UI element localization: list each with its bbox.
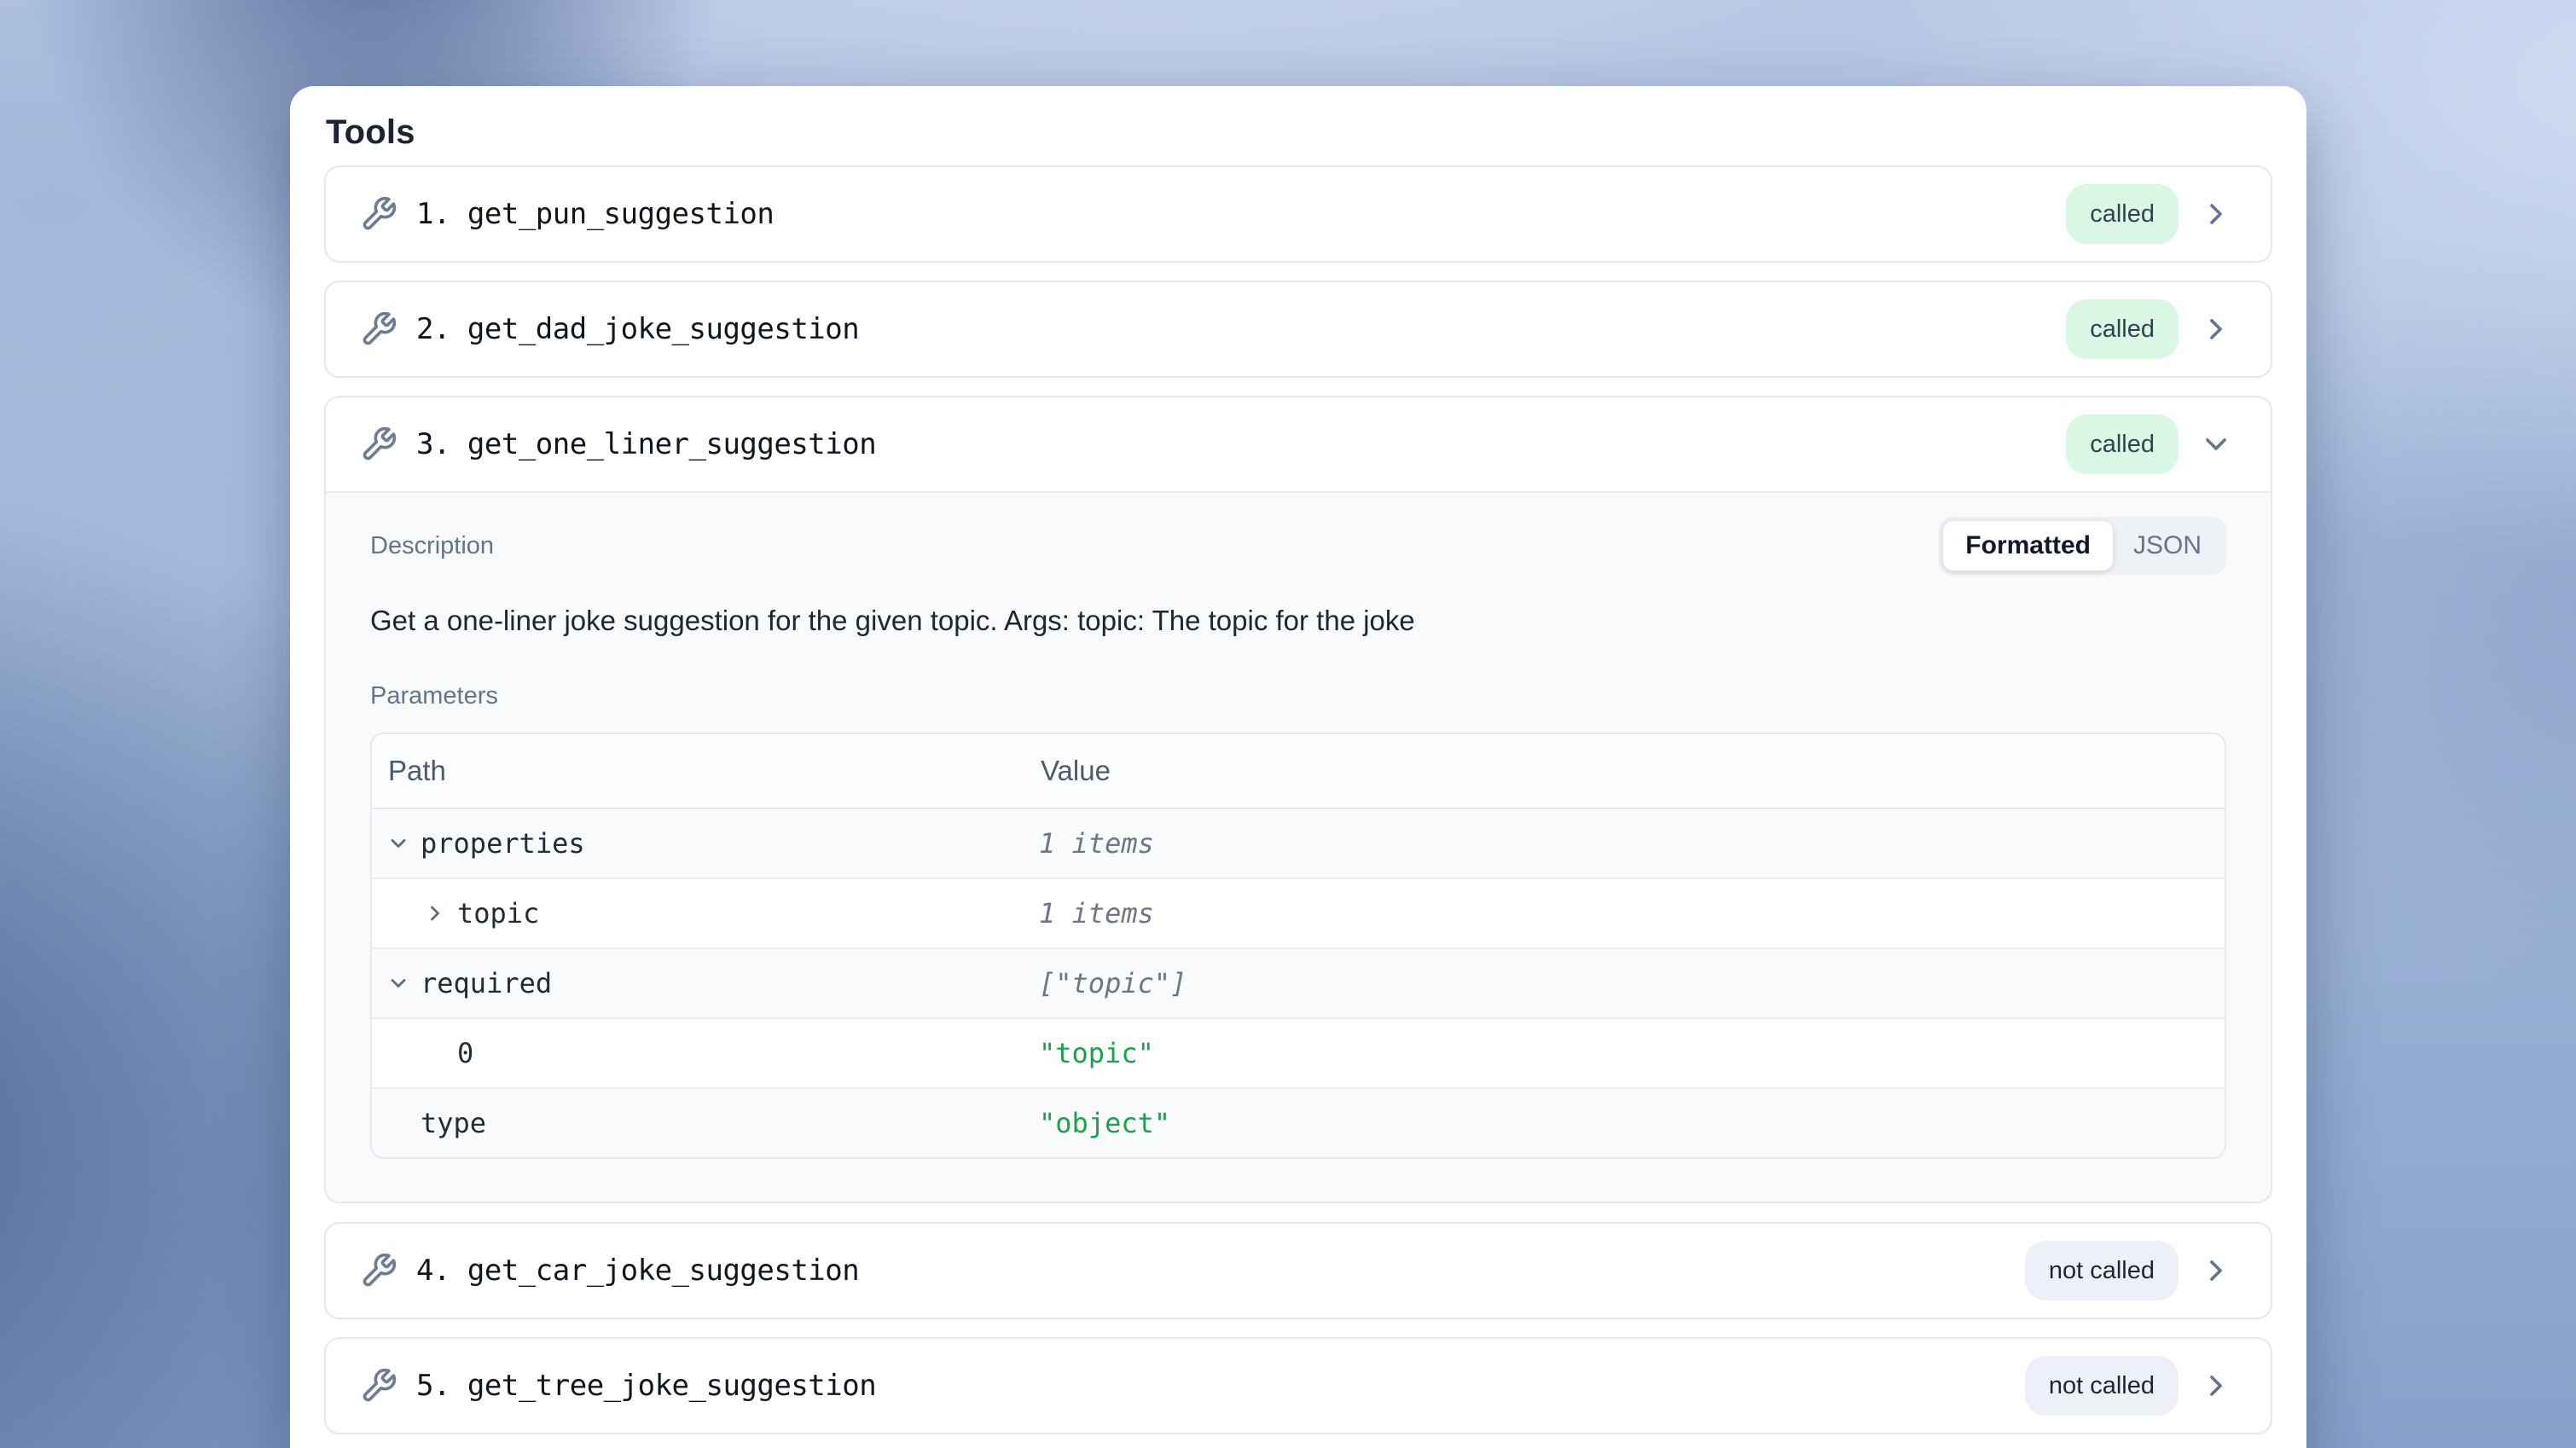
wrench-icon	[360, 1252, 397, 1289]
tool-row-get-tree-joke-suggestion[interactable]: 5. get_tree_joke_suggestion not called	[324, 1337, 2272, 1434]
table-row-required[interactable]: required ["topic"]	[372, 947, 2225, 1017]
background: Tools 1. get_pun_suggestion called 2. ge…	[0, 0, 2576, 1448]
path-key: required	[421, 967, 552, 999]
description-label: Description	[370, 532, 494, 560]
status-badge: not called	[2025, 1241, 2179, 1300]
path-key: properties	[421, 827, 585, 860]
tool-name: 2. get_dad_joke_suggestion	[416, 312, 859, 346]
value-preview: 1 items	[1024, 897, 2225, 930]
tool-name: 4. get_car_joke_suggestion	[416, 1254, 859, 1288]
table-row-topic[interactable]: topic 1 items	[372, 877, 2225, 947]
path-key: type	[421, 1107, 486, 1139]
column-header-value: Value	[1024, 755, 2225, 787]
tools-panel: Tools 1. get_pun_suggestion called 2. ge…	[290, 86, 2306, 1448]
tool-description: Get a one-liner joke suggestion for the …	[370, 602, 2226, 640]
status-badge: called	[2066, 184, 2179, 244]
status-badge: called	[2066, 299, 2179, 359]
chevron-right-icon[interactable]	[2199, 1369, 2233, 1403]
table-row-type: type "object"	[372, 1087, 2225, 1157]
column-header-path: Path	[372, 755, 1024, 787]
wrench-icon	[360, 426, 397, 463]
parameters-table: Path Value properties 1 items	[370, 733, 2226, 1159]
wrench-icon	[360, 310, 397, 348]
chevron-right-icon[interactable]	[2199, 197, 2233, 231]
tool-row-get-pun-suggestion[interactable]: 1. get_pun_suggestion called	[324, 165, 2272, 263]
status-badge: called	[2066, 414, 2179, 474]
chevron-right-icon[interactable]	[423, 901, 447, 925]
view-toggle: Formatted JSON	[1939, 517, 2226, 575]
tool-row-get-one-liner-suggestion[interactable]: 3. get_one_liner_suggestion called	[326, 397, 2271, 493]
table-row-required-0: 0 "topic"	[372, 1017, 2225, 1087]
tool-row-get-car-joke-suggestion[interactable]: 4. get_car_joke_suggestion not called	[324, 1222, 2272, 1319]
parameters-label: Parameters	[370, 682, 2226, 710]
value-string: "topic"	[1024, 1037, 2225, 1069]
value-string: "object"	[1024, 1107, 2225, 1139]
tool-name: 1. get_pun_suggestion	[416, 197, 774, 231]
chevron-down-icon[interactable]	[386, 971, 410, 995]
tab-json[interactable]: JSON	[2113, 521, 2222, 571]
path-key: 0	[457, 1037, 473, 1069]
table-row-properties[interactable]: properties 1 items	[372, 809, 2225, 877]
page-title: Tools	[326, 112, 2272, 153]
wrench-icon	[360, 195, 397, 233]
path-key: topic	[457, 897, 539, 930]
value-preview: 1 items	[1024, 827, 2225, 860]
tool-name: 3. get_one_liner_suggestion	[416, 427, 876, 461]
tab-formatted[interactable]: Formatted	[1943, 521, 2113, 571]
wrench-icon	[360, 1367, 397, 1405]
chevron-down-icon[interactable]	[2199, 427, 2233, 461]
tool-name: 5. get_tree_joke_suggestion	[416, 1369, 876, 1403]
table-header: Path Value	[372, 734, 2225, 809]
tool-row-get-dad-joke-suggestion[interactable]: 2. get_dad_joke_suggestion called	[324, 281, 2272, 378]
chevron-right-icon[interactable]	[2199, 1254, 2233, 1288]
tool-detail: Description Formatted JSON Get a one-lin…	[326, 493, 2271, 1202]
chevron-right-icon[interactable]	[2199, 312, 2233, 346]
chevron-down-icon[interactable]	[386, 831, 410, 855]
value-preview: ["topic"]	[1024, 967, 2225, 999]
status-badge: not called	[2025, 1356, 2179, 1416]
tool-row-get-one-liner-suggestion-expanded: 3. get_one_liner_suggestion called Descr…	[324, 396, 2272, 1203]
